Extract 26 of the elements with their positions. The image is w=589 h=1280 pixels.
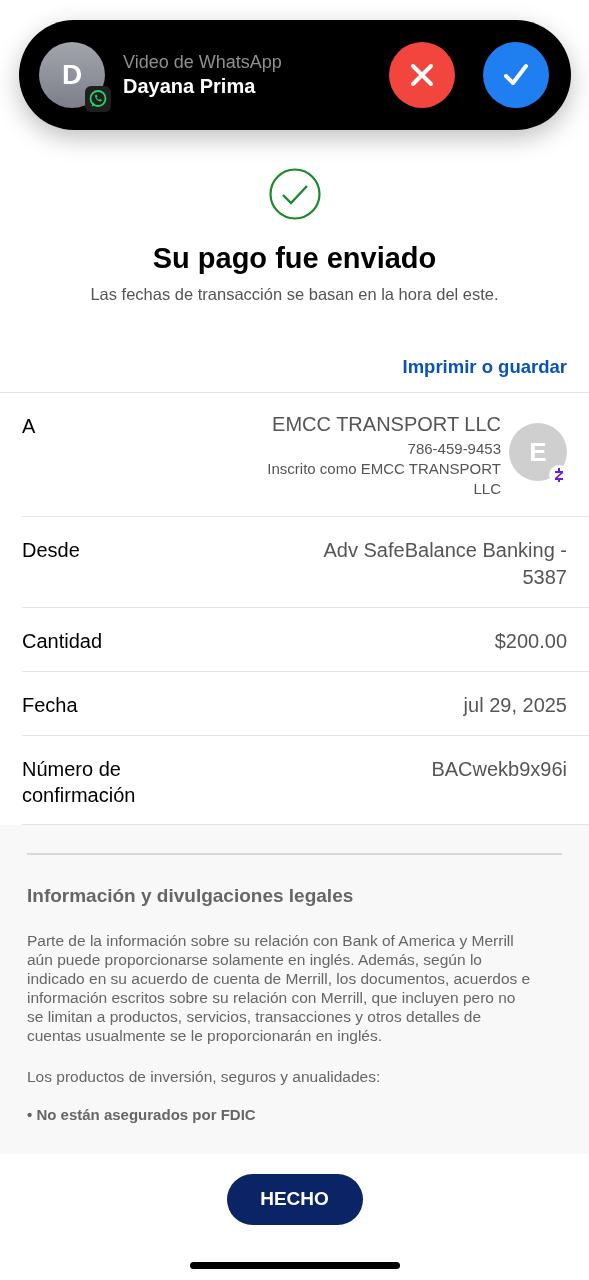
detail-label: Cantidad — [22, 628, 103, 654]
detail-label: Fecha — [22, 692, 78, 718]
detail-label: Número de confirmación — [22, 756, 137, 808]
close-icon — [409, 62, 435, 88]
print-link[interactable]: Imprimir o guardar — [402, 356, 567, 378]
recipient-name: EMCC TRANSPORT LLC — [272, 413, 501, 436]
detail-value: BACwekb9x96i — [431, 756, 567, 782]
caller-name: Dayana Prima — [123, 75, 257, 98]
legal-heading: Información y divulgaciones legales — [27, 884, 355, 907]
detail-label: A — [22, 414, 36, 439]
checkmark-icon — [502, 62, 530, 88]
detail-value: jul 29, 2025 — [463, 692, 567, 718]
whatsapp-icon — [85, 86, 111, 112]
success-check-icon — [268, 168, 321, 220]
page-title: Su pago fue enviado — [152, 242, 437, 275]
legal-paragraph: Los productos de inversión, seguros y anualidades: — [27, 1066, 382, 1086]
detail-value: $200.00 — [494, 628, 567, 654]
notification-app: Video de WhatsApp — [123, 52, 283, 73]
enrolled-name: Inscrito como EMCC TRANSPORT LLC — [266, 459, 501, 500]
detail-label: Desde — [22, 537, 80, 563]
legal-paragraph: Parte de la información sobre su relación con Bank of America y Merrill aún puede proporcionarse solamente en inglés. Además, según lo indicado en su acuerdo de cuenta de Merrill, los documentos, acuerdos e información escritos sobre su relación con Merrill, que incluyen pero no se limitan a productos, servicios, transacciones y otros detalles de cuentas usualmente se le proporcionarán en inglés. — [27, 930, 532, 1045]
detail-value: Adv SafeBalance Banking - 5387 — [322, 537, 567, 590]
page-subtitle: Las fechas de transacción se basan en la hora del este. — [90, 285, 499, 304]
recipient-phone: 786-459-9453 — [407, 440, 501, 457]
legal-bullet: • No están asegurados por FDIC — [27, 1105, 257, 1123]
done-button[interactable]: HECHO — [226, 1173, 363, 1225]
